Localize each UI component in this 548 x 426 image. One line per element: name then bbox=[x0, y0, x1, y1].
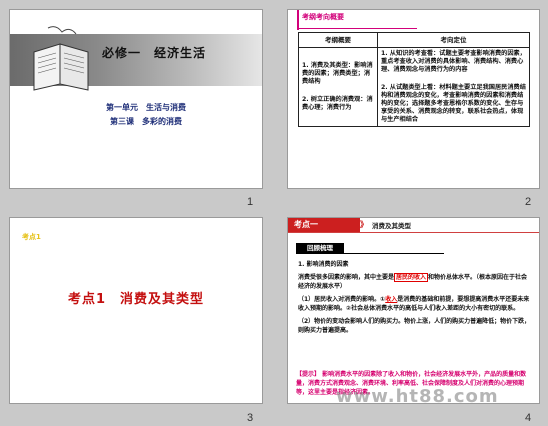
orientation-item-1: 1. 从知识的考查看：试题主要考查影响消费的因素，重点考查收入对消费的具体影响、… bbox=[381, 50, 526, 73]
text-run: （1）居民收入对消费的影响。① bbox=[298, 295, 386, 303]
open-book-icon bbox=[33, 26, 89, 91]
heading-marker bbox=[297, 10, 299, 30]
highlight-income-2: 收入 bbox=[385, 295, 398, 303]
outline-table: 考纲概要 考向定位 1. 消费及其类型：影响消费的因素；消费类型；消费结构 2.… bbox=[298, 32, 530, 127]
highlight-income: 居民的收入 bbox=[394, 272, 429, 282]
paragraph-2: （1）居民收入对消费的影响。①收入是消费的基础和前提，要想提高消费水平还要未来收… bbox=[298, 295, 533, 314]
slide-number: 2 bbox=[525, 196, 532, 208]
slide-thumbnail-3[interactable]: 考点1 考点1 消费及其类型 bbox=[9, 217, 263, 404]
outline-item-2: 2. 树立正确的消费观：消费心理；消费行为 bbox=[302, 96, 373, 111]
slide-body: 1. 影响消费的因素 消费受很多因素的影响，其中主要是 居民的收入 和物价总体水平。… bbox=[298, 260, 533, 339]
text-run: 消费受很多因素的影响，其中主要是 bbox=[298, 273, 395, 281]
slide-thumbnail-4[interactable]: 考点一 》 消费及其类型 回顾梳理 1. 影响消费的因素 消费受很多因素的影响，… bbox=[287, 217, 540, 404]
table-cell-right: 1. 从知识的考查看：试题主要考查影响消费的因素，重点考查收入对消费的具体影响、… bbox=[377, 47, 530, 127]
section-tag: 考点1 bbox=[22, 233, 41, 241]
watermark: www.ht88.com bbox=[336, 386, 499, 407]
section-title: 考点1 消费及其类型 bbox=[67, 292, 205, 307]
lesson-subtitle: 第三课 多彩的消费 bbox=[110, 117, 182, 126]
table-header-outline: 考纲概要 bbox=[298, 32, 378, 48]
heading-underline bbox=[297, 28, 417, 29]
table-cell-left: 1. 消费及其类型：影响消费的因素；消费类型；消费结构 2. 树立正确的消费观：… bbox=[298, 47, 378, 127]
slide-number: 4 bbox=[525, 412, 532, 424]
slide-title: 必修一 经济生活 bbox=[102, 46, 207, 60]
slide-thumbnail-2[interactable]: 考纲考向概要 考纲概要 考向定位 1. 消费及其类型：影响消费的因素；消费类型；… bbox=[287, 9, 540, 189]
point-heading: 1. 影响消费的因素 bbox=[298, 261, 349, 268]
label-underline bbox=[344, 253, 444, 254]
orientation-item-2: 2. 从试题类型上看：材料题主要立足我国居民消费结构和消费观念的变化，考查影响消… bbox=[381, 84, 526, 123]
paragraph-3: （2）物价的变动会影响人们的购买力。物价上涨，人们的购买力普遍降低；物价下跌，则… bbox=[298, 317, 531, 335]
slide-top-title: 消费及其类型 bbox=[372, 222, 411, 230]
slide-thumbnail-1[interactable]: 必修一 经济生活 第一单元 生活与消费 第三课 多彩的消费 bbox=[9, 9, 263, 189]
slide-heading: 考纲考向概要 bbox=[302, 13, 344, 21]
unit-subtitle: 第一单元 生活与消费 bbox=[106, 103, 186, 112]
table-header-orientation: 考向定位 bbox=[377, 32, 530, 48]
slide-number: 3 bbox=[247, 412, 254, 424]
chevron-right-icon: 》 bbox=[360, 220, 368, 229]
section-badge: 考点一 bbox=[288, 218, 360, 232]
review-label: 回顾梳理 bbox=[296, 243, 344, 254]
outline-item-1: 1. 消费及其类型：影响消费的因素；消费类型；消费结构 bbox=[302, 62, 373, 85]
slide-number: 1 bbox=[247, 196, 254, 208]
paragraph-1: 消费受很多因素的影响，其中主要是 居民的收入 和物价总体水平。（根本原因在于社会经济… bbox=[298, 272, 533, 292]
